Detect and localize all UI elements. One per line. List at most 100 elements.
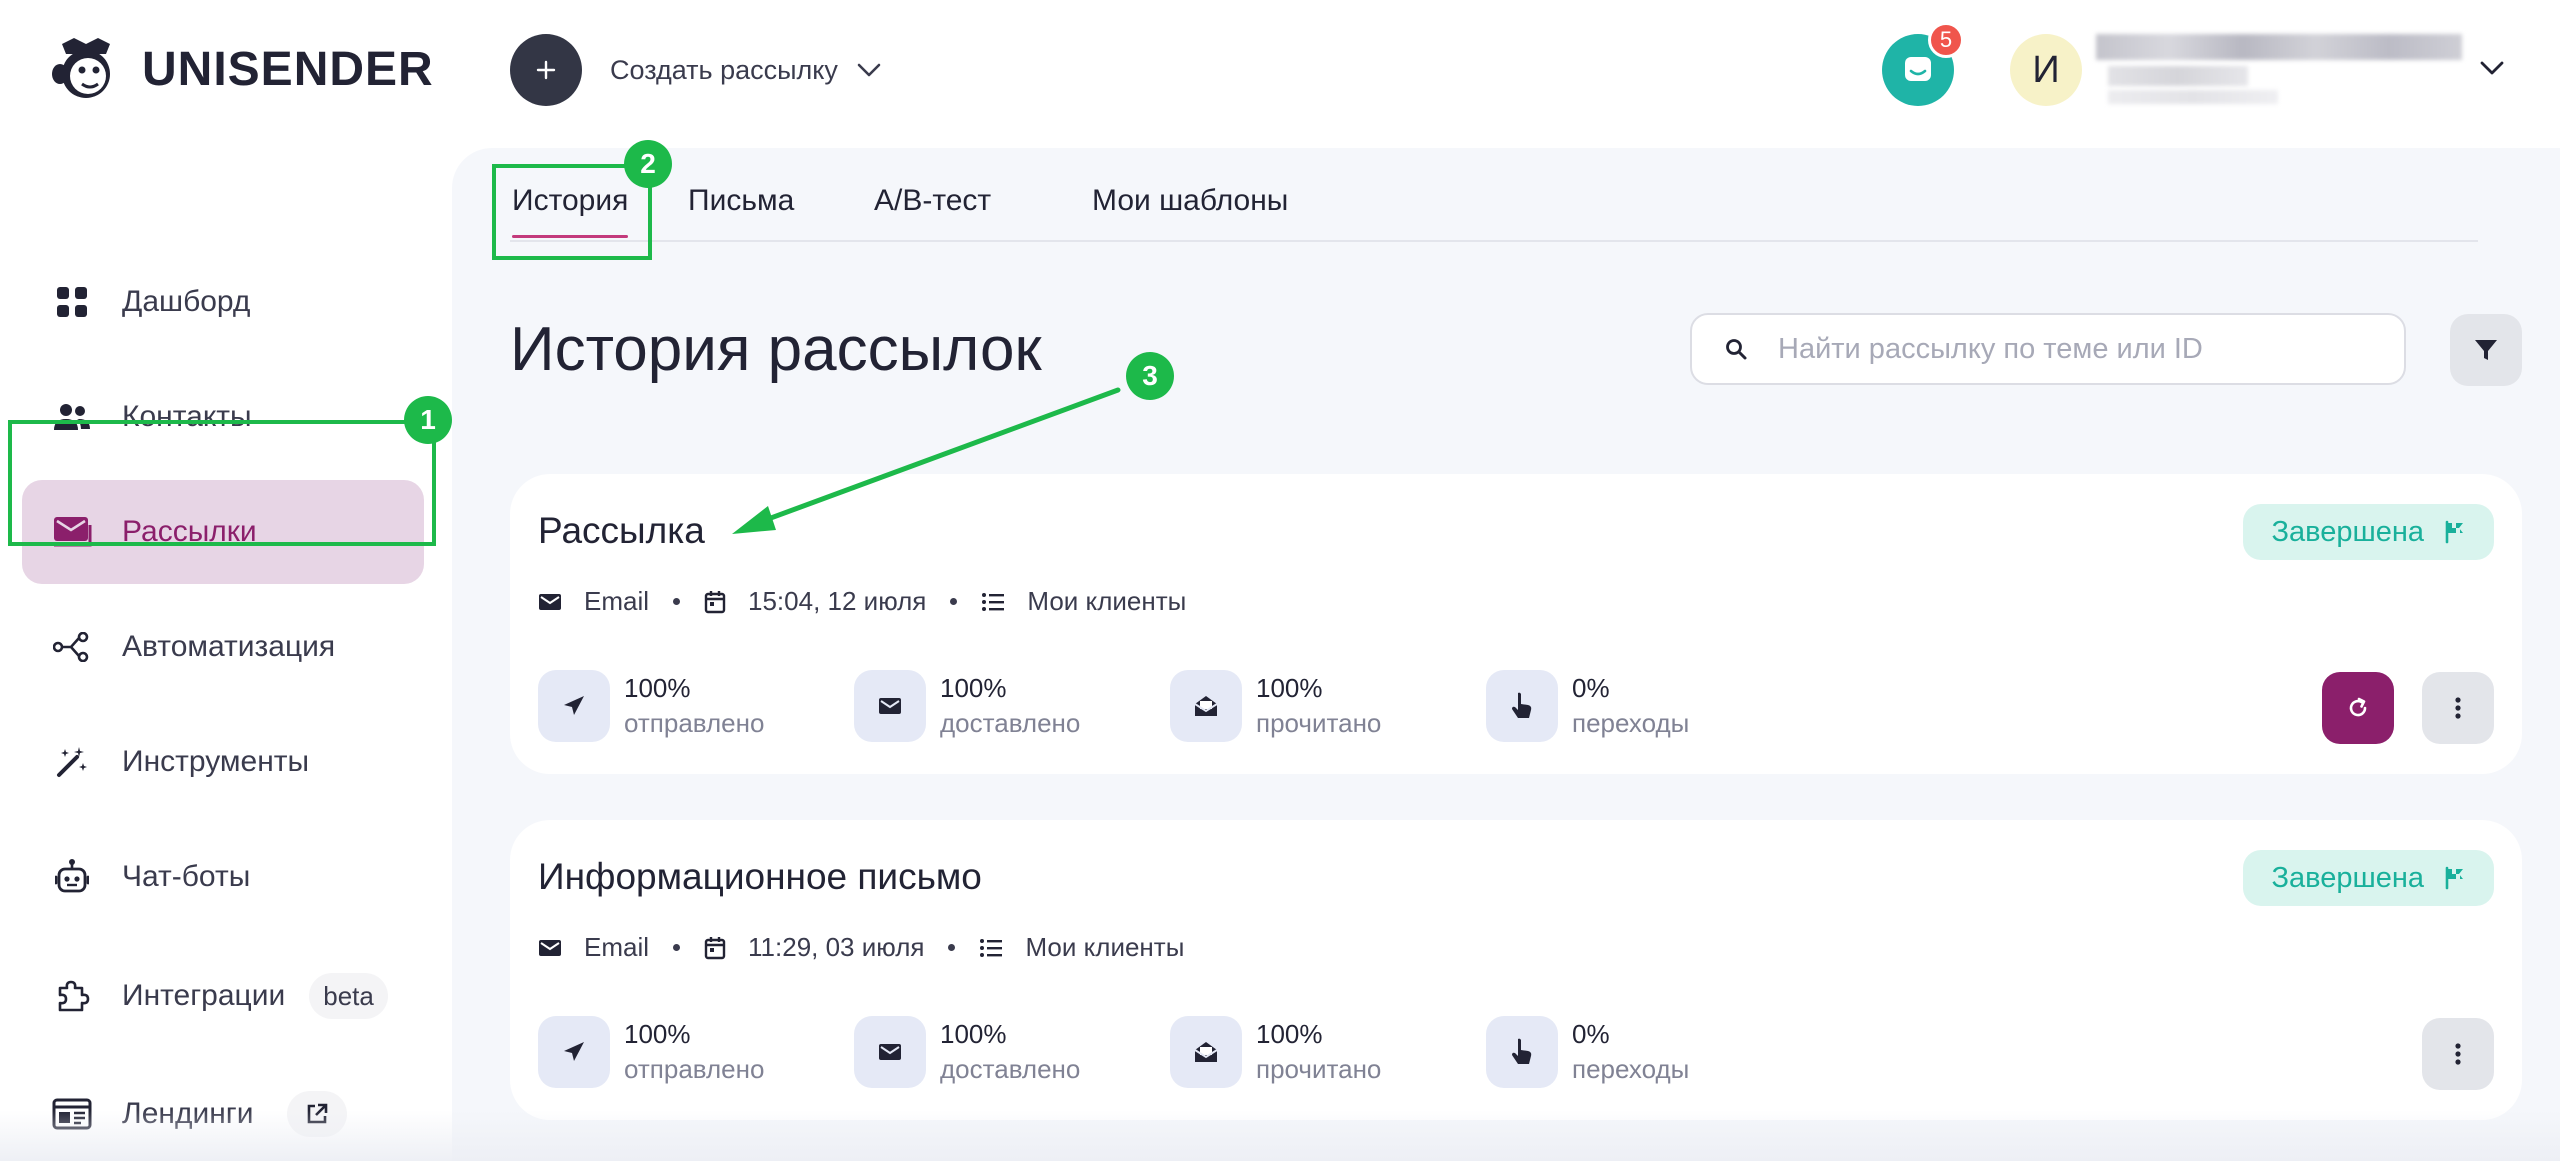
user-avatar[interactable]: И [2010,34,2082,106]
campaign-channel: Email [584,586,650,616]
repeat-campaign-button[interactable] [2322,672,2394,744]
separator-dot [673,598,681,605]
more-actions-button[interactable] [2422,672,2494,744]
app-window: UNISENDER Создать рассылку 5 И Дашборд Ко… [0,0,2560,1161]
more-actions-button[interactable] [2422,1018,2494,1090]
campaign-meta: Email 11:29, 03 июля Мои клиенты [538,932,1184,963]
stat-delivered: 100% доставлено [854,670,1080,742]
status-label: Завершена [2271,861,2424,894]
pointer-hand-icon [1512,1038,1532,1064]
sidebar-item-dashboard[interactable]: Дашборд [22,250,424,354]
account-info-redacted[interactable] [2096,34,2462,106]
plus-icon [536,60,556,80]
stat-opened: 100% прочитано [1170,1016,1381,1088]
stat-value: 100% [1256,673,1323,703]
campaign-tabs: История Письма A/B-тест Мои шаблоны [510,184,2478,242]
sidebar-item-label: Дашборд [122,285,251,318]
campaign-title[interactable]: Рассылка [538,510,705,552]
sidebar-item-tools[interactable]: Инструменты [22,710,424,814]
envelope-icon [879,698,901,714]
sidebar-item-chatbots[interactable]: Чат-боты [22,825,424,929]
kebab-menu-icon [2455,697,2461,719]
stat-value: 100% [940,673,1007,703]
brand-name: UNISENDER [142,42,434,96]
status-badge: Завершена [2243,504,2494,560]
account-menu-chevron-icon[interactable] [2478,56,2506,80]
stat-label: переходы [1572,708,1690,738]
calendar-icon [704,936,726,959]
pointer-hand-icon [1512,692,1532,718]
refresh-icon [2349,697,2367,717]
filter-funnel-icon [2475,340,2497,360]
step-marker-1: 1 [404,396,452,444]
sidebar-item-label: Интеграции [122,979,286,1012]
tab-my-templates[interactable]: Мои шаблоны [1092,184,1288,218]
separator-dot [948,944,956,951]
dashboard-grid-icon [52,282,92,322]
contact-list-icon [982,592,1005,611]
sidebar-item-landings[interactable]: Лендинги [22,1062,424,1161]
stat-label: отправлено [624,708,765,738]
calendar-icon [704,590,726,613]
stat-value: 100% [1256,1019,1323,1049]
email-channel-icon [539,939,561,956]
stat-value: 100% [940,1019,1007,1049]
campaign-list: Мои клиенты [1027,586,1187,616]
stat-icon-box [854,670,926,742]
stat-label: доставлено [940,1054,1081,1084]
campaign-datetime: 15:04, 12 июля [748,586,927,616]
status-label: Завершена [2271,515,2424,548]
status-badge: Завершена [2243,850,2494,906]
highlight-box-mailings [8,420,436,546]
open-envelope-icon [1194,1042,1218,1062]
sidebar-item-integrations[interactable]: Интеграции beta [22,944,424,1048]
landings-layout-icon [52,1094,92,1134]
stat-label: переходы [1572,1054,1690,1084]
filter-button[interactable] [2450,314,2522,386]
tab-ab-test[interactable]: A/B-тест [874,184,991,218]
campaign-list: Мои клиенты [1025,932,1185,962]
stat-sent: 100% отправлено [538,670,764,742]
logo-mascot-icon [52,38,110,98]
sidebar-item-automation[interactable]: Автоматизация [22,595,424,699]
step-marker-2: 2 [624,140,672,188]
chatbot-robot-icon [52,857,92,897]
campaign-card[interactable]: Рассылка Завершена Email 15:04, 12 июля … [510,474,2522,774]
create-campaign-label: Создать рассылку [610,54,838,85]
stat-label: прочитано [1256,1054,1382,1084]
campaign-card[interactable]: Информационное письмо Завершена Email 11… [510,820,2522,1120]
notification-count-badge: 5 [1928,22,1964,58]
sidebar-item-label: Чат-боты [122,860,251,893]
paper-plane-icon [564,1042,584,1061]
stat-delivered: 100% доставлено [854,1016,1080,1088]
create-campaign-button[interactable] [510,34,582,106]
stat-icon-box [1170,670,1242,742]
logo[interactable]: UNISENDER [48,34,434,104]
sidebar-item-label: Автоматизация [122,630,336,663]
campaign-meta: Email 15:04, 12 июля Мои клиенты [538,586,1186,617]
stat-sent: 100% отправлено [538,1016,764,1088]
stat-clicks: 0% переходы [1486,670,1689,742]
stat-icon-box [854,1016,926,1088]
campaign-title[interactable]: Информационное письмо [538,856,982,898]
search-icon [1726,339,1747,360]
stat-icon-box [538,670,610,742]
finish-flag-icon [2445,866,2463,890]
stat-value: 100% [624,1019,691,1049]
create-campaign-dropdown[interactable]: Создать рассылку [610,48,882,92]
stat-clicks: 0% переходы [1486,1016,1689,1088]
search-input[interactable] [1778,332,2378,366]
external-link-icon[interactable] [287,1091,348,1137]
integrations-puzzle-icon [52,976,92,1016]
separator-dot [950,598,958,605]
paper-plane-icon [564,696,584,715]
envelope-icon [879,1044,901,1060]
campaign-search[interactable] [1690,313,2406,385]
chevron-down-icon [857,63,881,77]
tools-magic-wand-icon [52,742,92,782]
automation-nodes-icon [52,627,92,667]
tab-letters[interactable]: Письма [688,184,794,218]
sidebar-item-label: Лендинги [122,1097,254,1130]
stat-icon-box [538,1016,610,1088]
stat-opened: 100% прочитано [1170,670,1381,742]
